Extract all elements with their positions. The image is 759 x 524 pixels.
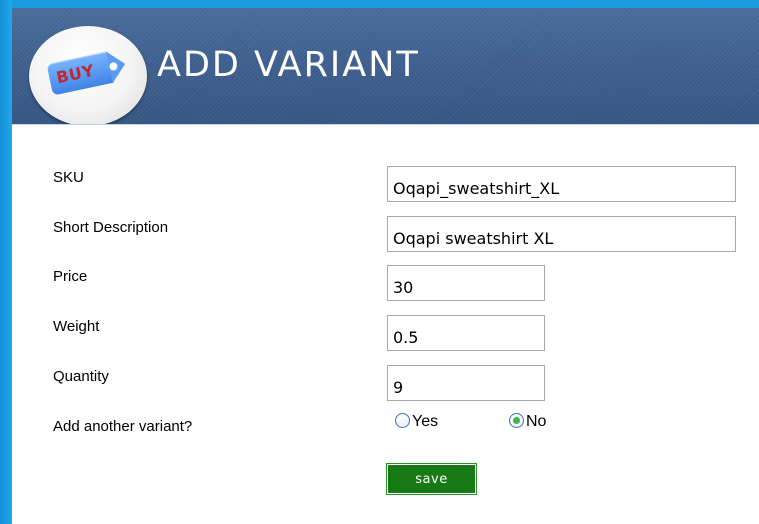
left-border-strip [0, 0, 12, 524]
quantity-field[interactable] [387, 365, 545, 401]
add-another-variant-label: Add another variant? [53, 418, 193, 435]
radio-no[interactable] [509, 413, 524, 428]
weight-label: Weight [53, 318, 100, 335]
price-tag-icon: BUY [46, 48, 129, 96]
radio-selected-dot [513, 417, 520, 424]
buy-tag-logo: BUY [29, 26, 147, 126]
radio-no-label[interactable]: No [526, 413, 546, 431]
sku-label: SKU [53, 169, 84, 186]
quantity-label: Quantity [53, 368, 109, 385]
price-field[interactable] [387, 265, 545, 301]
radio-yes-label[interactable]: Yes [412, 413, 438, 431]
header-bar: BUY ADD VARIANT [12, 8, 759, 126]
sku-field[interactable] [387, 166, 736, 202]
save-button[interactable]: save [387, 464, 476, 494]
weight-field[interactable] [387, 315, 545, 351]
form-panel: SKU Short Description Price Weight Quant… [12, 124, 759, 524]
page-title: ADD VARIANT [157, 45, 420, 85]
radio-yes[interactable] [395, 413, 410, 428]
short-description-label: Short Description [53, 219, 169, 236]
price-label: Price [53, 268, 88, 285]
add-variant-window: BUY ADD VARIANT SKU Short Description Pr… [12, 8, 759, 524]
short-description-field[interactable] [387, 216, 736, 252]
